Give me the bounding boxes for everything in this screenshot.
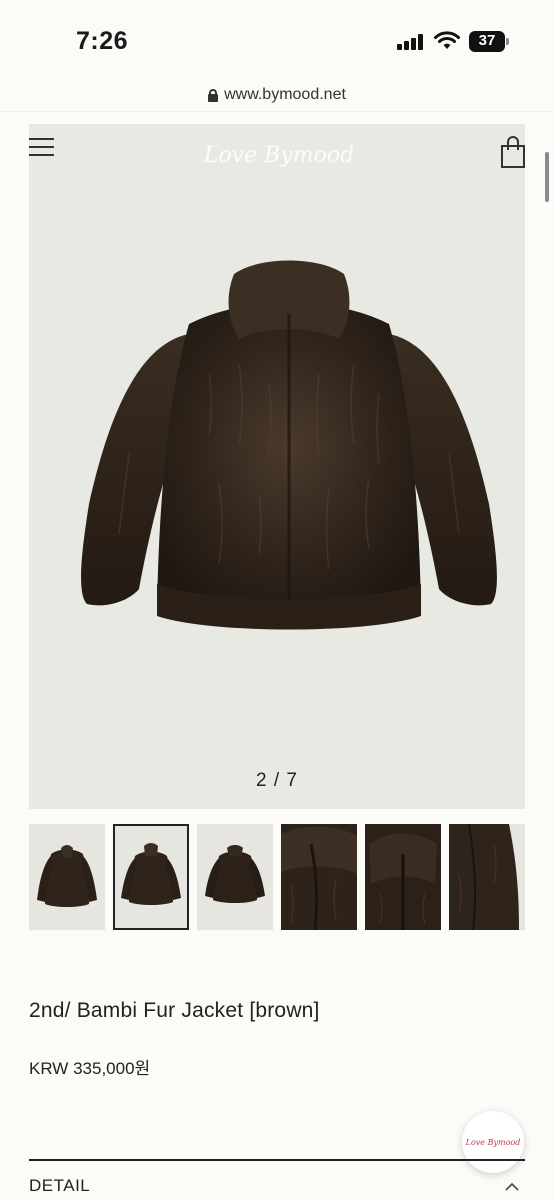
thumbnail-5[interactable] <box>365 824 441 930</box>
chevron-up-icon[interactable] <box>505 1182 519 1191</box>
address-bar[interactable]: www.bymood.net <box>0 80 554 112</box>
clock: 7:26 <box>76 27 129 55</box>
chat-logo-text: Love Bymood <box>465 1138 521 1147</box>
wifi-icon <box>434 31 460 49</box>
url-text: www.bymood.net <box>224 86 346 103</box>
lock-icon <box>208 88 219 102</box>
detail-section-header[interactable]: DETAIL <box>29 1176 90 1196</box>
thumbnail-6[interactable] <box>449 824 525 930</box>
chat-button[interactable]: Love Bymood <box>462 1111 524 1173</box>
section-divider <box>29 1159 525 1161</box>
product-main-image[interactable]: Love Bymood 2 / 7 <box>29 124 525 809</box>
brand-logo[interactable]: Love Bymood <box>199 138 359 172</box>
thumbnail-4[interactable] <box>281 824 357 930</box>
thumbnail-strip <box>29 824 525 930</box>
chat-logo: Love Bymood <box>465 1138 521 1147</box>
battery-level: 37 <box>478 32 496 49</box>
gallery-pager: 2 / 7 <box>256 770 298 791</box>
product-price: KRW 335,000원 <box>29 1059 151 1078</box>
brand-logo-text: Love Bymood <box>203 143 354 168</box>
cellular-signal-icon <box>397 34 425 50</box>
status-bar: 7:26 37 <box>0 0 554 80</box>
thumbnail-2[interactable] <box>113 824 189 930</box>
thumbnail-3[interactable] <box>197 824 273 930</box>
shopping-bag-icon[interactable] <box>501 136 525 168</box>
battery-icon: 37 <box>469 31 509 52</box>
product-title: 2nd/ Bambi Fur Jacket [brown] <box>29 999 320 1022</box>
hamburger-menu-icon[interactable] <box>29 138 54 156</box>
fur-jacket-image <box>81 260 497 630</box>
thumbnail-1[interactable] <box>29 824 105 930</box>
page-scrollbar[interactable] <box>545 152 549 202</box>
